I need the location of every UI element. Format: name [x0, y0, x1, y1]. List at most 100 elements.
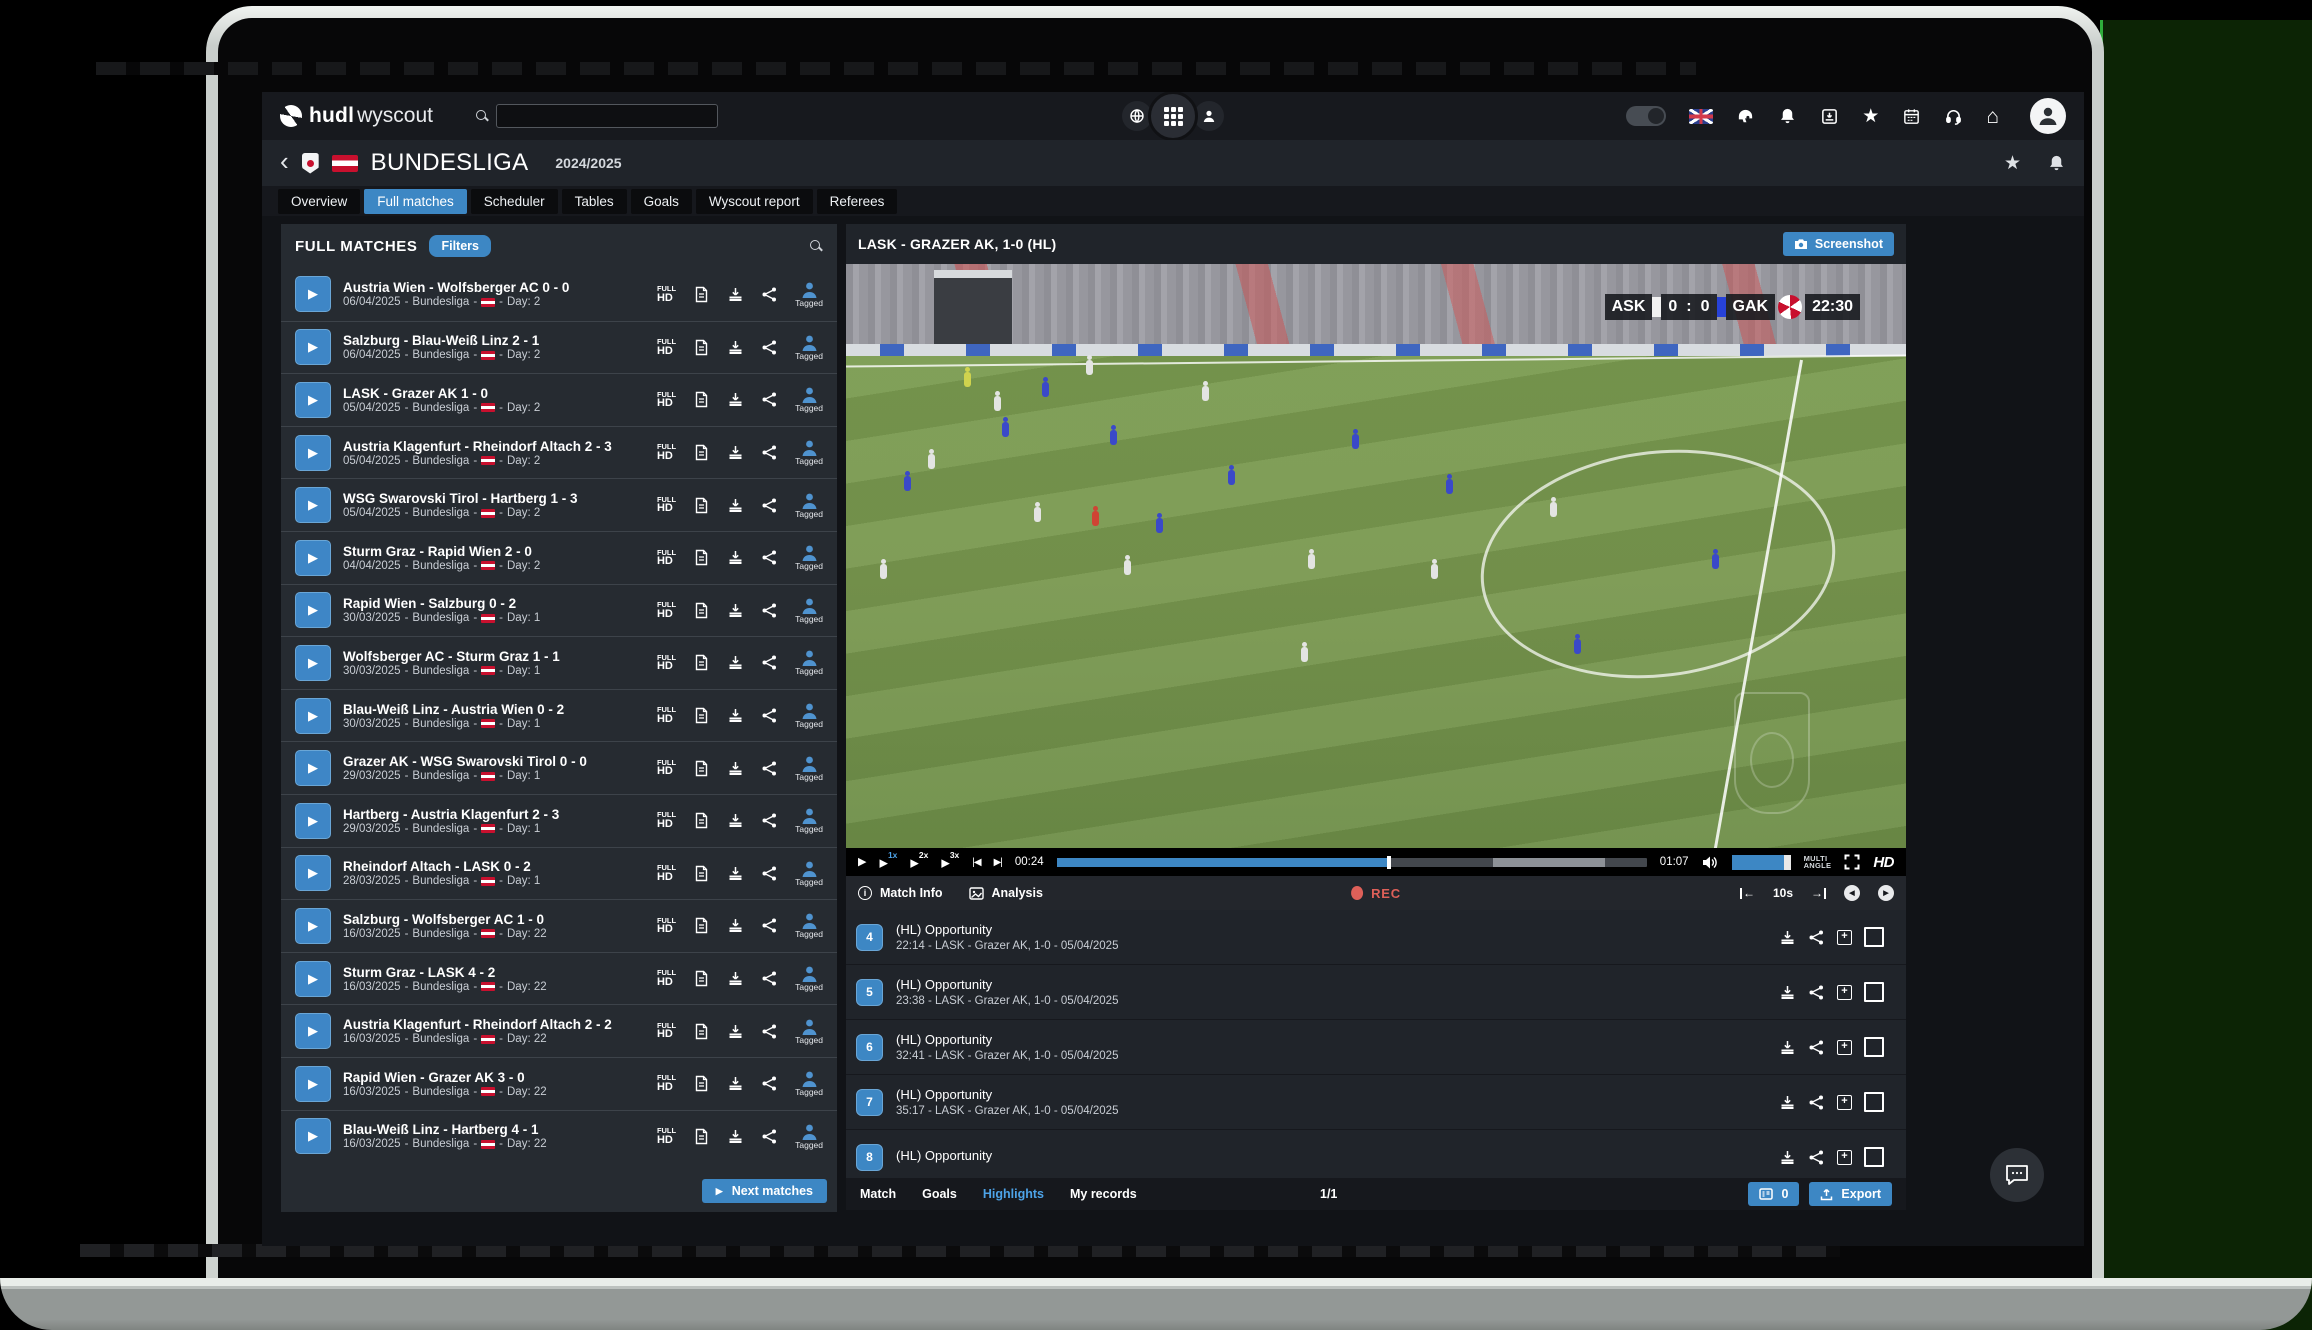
skip-end-button[interactable]: ▶|	[994, 857, 1002, 868]
filters-button[interactable]: Filters	[429, 235, 491, 257]
match-row[interactable]: ▶ Sturm Graz - LASK 4 - 2 16/03/2025-Bun…	[281, 952, 837, 1005]
user-avatar[interactable]	[2030, 98, 2066, 134]
match-play-button[interactable]: ▶	[295, 698, 331, 734]
download-button[interactable]	[727, 497, 744, 514]
download-button[interactable]	[727, 391, 744, 408]
skip-interval-label[interactable]: 10s	[1773, 886, 1793, 900]
report-button[interactable]	[693, 1075, 710, 1092]
tagged-button[interactable]: Tagged	[795, 807, 823, 834]
notifications-button[interactable]	[1778, 107, 1797, 126]
fullscreen-icon[interactable]	[1844, 854, 1860, 870]
add-to-list-button[interactable]: +	[1837, 985, 1852, 1000]
volume-slider[interactable]	[1732, 855, 1791, 870]
tagged-button[interactable]: Tagged	[795, 965, 823, 992]
share-button[interactable]	[761, 970, 778, 987]
play-button[interactable]: ▶	[858, 857, 866, 868]
match-row[interactable]: ▶ Hartberg - Austria Klagenfurt 2 - 3 29…	[281, 794, 837, 847]
report-button[interactable]	[693, 602, 710, 619]
tagged-button[interactable]: Tagged	[795, 912, 823, 939]
clip-share-button[interactable]	[1808, 1094, 1825, 1111]
volume-icon[interactable]	[1702, 855, 1719, 870]
match-play-button[interactable]: ▶	[295, 487, 331, 523]
skip-start-button[interactable]: |◀	[972, 857, 980, 868]
competition-alerts-button[interactable]	[2047, 154, 2066, 173]
match-row[interactable]: ▶ Rapid Wien - Salzburg 0 - 2 30/03/2025…	[281, 584, 837, 637]
highlight-number-badge[interactable]: 6	[856, 1034, 883, 1061]
tagged-button[interactable]: Tagged	[795, 1123, 823, 1150]
next-matches-button[interactable]: ▶ Next matches	[702, 1179, 827, 1203]
tagged-button[interactable]: Tagged	[795, 544, 823, 571]
match-row[interactable]: ▶ Salzburg - Wolfsberger AC 1 - 0 16/03/…	[281, 899, 837, 952]
selection-count-button[interactable]: 0	[1748, 1182, 1799, 1206]
share-button[interactable]	[761, 391, 778, 408]
report-button[interactable]	[693, 339, 710, 356]
clips-tab-my-records[interactable]: My records	[1070, 1187, 1137, 1201]
download-button[interactable]	[727, 444, 744, 461]
tab-goals[interactable]: Goals	[631, 189, 692, 214]
match-row[interactable]: ▶ Sturm Graz - Rapid Wien 2 - 0 04/04/20…	[281, 531, 837, 584]
highlight-number-badge[interactable]: 7	[856, 1089, 883, 1116]
speed-2x-button[interactable]: ▶2x	[910, 854, 928, 870]
share-button[interactable]	[761, 444, 778, 461]
tagged-button[interactable]: Tagged	[795, 755, 823, 782]
language-flag-icon[interactable]	[1689, 109, 1713, 124]
match-row[interactable]: ▶ Grazer AK - WSG Swarovski Tirol 0 - 0 …	[281, 741, 837, 794]
theme-toggle[interactable]	[1626, 106, 1666, 126]
match-play-button[interactable]: ▶	[295, 1118, 331, 1154]
tab-scheduler[interactable]: Scheduler	[471, 189, 558, 214]
share-button[interactable]	[761, 654, 778, 671]
helmet-button[interactable]	[1736, 107, 1755, 126]
report-button[interactable]	[693, 549, 710, 566]
share-button[interactable]	[761, 1128, 778, 1145]
report-button[interactable]	[693, 1023, 710, 1040]
clip-checkbox[interactable]	[1864, 1147, 1884, 1167]
profile-quick-button[interactable]	[1194, 101, 1224, 131]
match-play-button[interactable]: ▶	[295, 1013, 331, 1049]
tab-full-matches[interactable]: Full matches	[364, 189, 467, 214]
hd-badge[interactable]: HD	[1873, 854, 1894, 871]
match-info-button[interactable]: i Match Info	[858, 886, 943, 900]
report-button[interactable]	[693, 444, 710, 461]
clips-tab-goals[interactable]: Goals	[922, 1187, 957, 1201]
match-play-button[interactable]: ▶	[295, 382, 331, 418]
report-button[interactable]	[693, 917, 710, 934]
clips-tab-match[interactable]: Match	[860, 1187, 896, 1201]
download-button[interactable]	[727, 707, 744, 724]
video-viewport[interactable]: ASK 0 : 0 GAK 22:30	[846, 264, 1906, 848]
clip-share-button[interactable]	[1808, 984, 1825, 1001]
match-row[interactable]: ▶ Salzburg - Blau-Weiß Linz 2 - 1 06/04/…	[281, 321, 837, 374]
report-button[interactable]	[693, 286, 710, 303]
report-button[interactable]	[693, 760, 710, 777]
match-play-button[interactable]: ▶	[295, 329, 331, 365]
share-button[interactable]	[761, 339, 778, 356]
share-button[interactable]	[761, 707, 778, 724]
match-row[interactable]: ▶ Austria Klagenfurt - Rheindorf Altach …	[281, 426, 837, 479]
tagged-button[interactable]: Tagged	[795, 492, 823, 519]
back-button[interactable]: ‹	[280, 151, 289, 172]
clip-checkbox[interactable]	[1864, 1037, 1884, 1057]
season-label[interactable]: 2024/2025	[555, 155, 621, 171]
match-play-button[interactable]: ▶	[295, 645, 331, 681]
prev-event-button[interactable]: ◀	[1844, 885, 1860, 901]
rec-indicator[interactable]: REC	[1351, 886, 1401, 901]
clip-download-button[interactable]	[1779, 1149, 1796, 1166]
match-row[interactable]: ▶ Rheindorf Altach - LASK 0 - 2 28/03/20…	[281, 847, 837, 900]
support-button[interactable]	[1944, 107, 1963, 126]
share-button[interactable]	[761, 602, 778, 619]
clip-share-button[interactable]	[1808, 929, 1825, 946]
apps-grid-button[interactable]	[1148, 92, 1198, 141]
multi-angle-button[interactable]: MULTIANGLE	[1804, 855, 1832, 869]
match-row[interactable]: ▶ Rapid Wien - Grazer AK 3 - 0 16/03/202…	[281, 1057, 837, 1110]
add-to-list-button[interactable]: +	[1837, 1095, 1852, 1110]
tagged-button[interactable]: Tagged	[795, 1070, 823, 1097]
tagged-button[interactable]: Tagged	[795, 439, 823, 466]
download-button[interactable]	[727, 339, 744, 356]
tagged-button[interactable]: Tagged	[795, 334, 823, 361]
clip-checkbox[interactable]	[1864, 927, 1884, 947]
download-button[interactable]	[727, 812, 744, 829]
report-button[interactable]	[693, 497, 710, 514]
tagged-button[interactable]: Tagged	[795, 702, 823, 729]
jump-forward-button[interactable]: →	[1811, 886, 1826, 900]
tab-tables[interactable]: Tables	[562, 189, 627, 214]
export-button[interactable]: Export	[1809, 1182, 1892, 1206]
